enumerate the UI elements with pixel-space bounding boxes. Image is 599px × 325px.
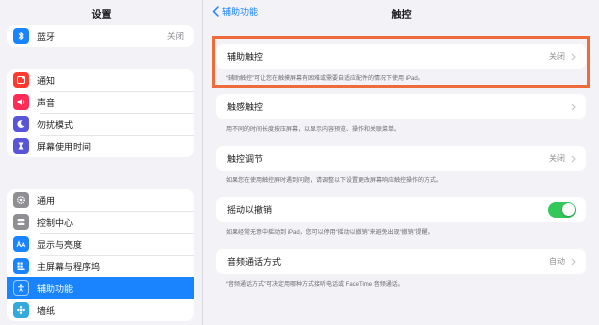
grid-icon [13,258,29,274]
sidebar-item-control-center[interactable]: 控制中心 [7,211,194,233]
sidebar-group-connectivity: 蓝牙 关闭 [7,25,194,47]
call-audio-routing-row[interactable]: 音频通话方式 自动 [216,249,586,274]
chevron-right-icon [571,155,576,162]
sidebar-item-label: 主屏幕与程序坞 [37,261,101,272]
sidebar-item-notifications[interactable]: 通知 [7,69,194,91]
haptic-touch-note: 用不同的时间长度按压屏幕，以显示内容预览、操作和关联菜单。 [226,127,401,133]
haptic-touch-row[interactable]: 触感触控 [216,94,586,119]
sidebar-item-label: 声音 [37,97,56,108]
sidebar-group-general: 通用 控制中心 显示与亮度 主屏幕与程序坞 辅助功能 墙纸 [7,189,194,321]
call-audio-routing-note: “音频通话方式”可决定用哪种方式接听电话或 FaceTime 音频通话。 [226,282,404,288]
touch-accommodations-row[interactable]: 触控调节 关闭 [216,146,586,171]
sidebar-item-label: 通用 [37,195,56,206]
chevron-right-icon [571,258,576,265]
sidebar-item-label: 辅助功能 [37,283,74,294]
sidebar-title: 设置 [91,10,112,21]
row-label: 触感触控 [227,102,264,112]
sidebar-item-wallpaper[interactable]: 墙纸 [7,299,194,321]
moon-icon [13,116,29,132]
sidebar-item-label: 墙纸 [37,305,56,316]
sidebar-item-label: 屏幕使用时间 [37,141,92,152]
row-label: 音频通话方式 [227,257,282,267]
sidebar-item-general[interactable]: 通用 [7,189,194,211]
row-value: 自动 [549,257,565,266]
sidebar-item-screen-time[interactable]: 屏幕使用时间 [7,135,194,157]
sidebar-item-label: 勿扰模式 [37,119,74,130]
accessibility-icon [13,280,29,296]
hourglass-icon [13,138,29,154]
sidebar-group-notifications: 通知 声音 勿扰模式 屏幕使用时间 [7,69,194,157]
row-label: 摇动以撤销 [227,205,273,215]
row-label: 触控调节 [227,154,264,164]
page-title: 触控 [391,10,412,21]
switches-icon [13,214,29,230]
bluetooth-status: 关闭 [166,31,184,41]
sidebar-item-label: 蓝牙 [37,31,56,42]
sidebar-item-sounds[interactable]: 声音 [7,91,194,113]
settings-sidebar: 设置 蓝牙 关闭 通知 声音 勿扰模式 屏幕使用时间 通用 控制中心 显示与亮度… [0,0,203,325]
gear-icon [13,192,29,208]
row-value: 关闭 [549,154,565,163]
shake-to-undo-toggle[interactable] [548,201,576,218]
shake-to-undo-note: 如果经常无意中摇动到 iPad，您可以停用“摇动以撤销”来避免出现“撤销”提醒。 [226,230,434,236]
sidebar-item-accessibility[interactable]: 辅助功能 [7,277,194,299]
bluetooth-icon [13,28,29,44]
sidebar-item-label: 控制中心 [37,217,74,228]
chevron-right-icon [571,103,576,110]
navigation-bar: 辅助功能 触控 [204,0,599,24]
touch-accommodations-note: 如果您在使用触控屏时遇到问题，请调整以下设置更改屏幕响应触控操作的方式。 [226,178,443,184]
text-size-icon [13,236,29,252]
sidebar-item-display-brightness[interactable]: 显示与亮度 [7,233,194,255]
sidebar-item-home-screen-dock[interactable]: 主屏幕与程序坞 [7,255,194,277]
sidebar-item-label: 显示与亮度 [37,239,83,250]
speaker-icon [13,94,29,110]
toggle-knob [561,203,575,216]
flower-icon [13,302,29,318]
sidebar-item-do-not-disturb[interactable]: 勿扰模式 [7,113,194,135]
shake-to-undo-row: 摇动以撤销 [216,197,586,222]
sidebar-item-label: 通知 [37,75,56,86]
notification-icon [13,72,29,88]
sidebar-item-bluetooth[interactable]: 蓝牙 关闭 [7,25,194,47]
highlight-annotation [212,36,590,88]
